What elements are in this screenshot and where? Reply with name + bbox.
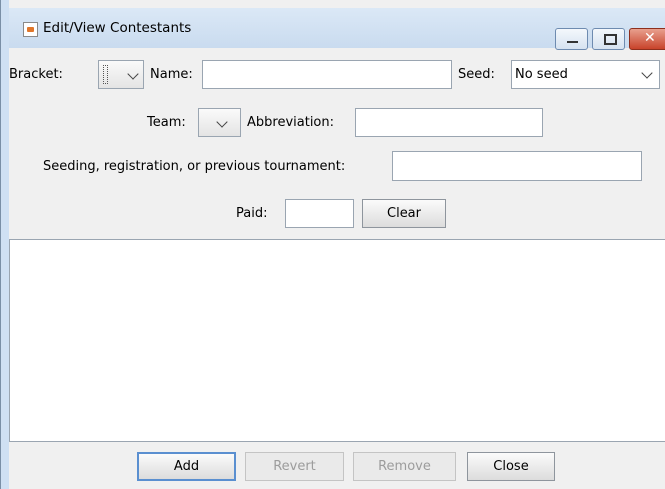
seed-label: Seed:	[458, 67, 495, 82]
name-input[interactable]	[202, 60, 452, 89]
minimize-button[interactable]	[555, 28, 588, 50]
chevron-down-icon	[641, 67, 653, 79]
window-left-edge	[1, 0, 9, 489]
clear-button[interactable]: Clear	[362, 199, 446, 228]
chevron-down-icon	[216, 116, 228, 128]
seed-select-value: No seed	[515, 67, 568, 82]
team-combo[interactable]	[198, 108, 241, 137]
team-label: Team:	[147, 115, 186, 130]
java-app-icon	[23, 22, 38, 37]
paid-label: Paid:	[236, 206, 268, 221]
name-label: Name:	[150, 67, 193, 82]
bracket-label: Bracket:	[9, 67, 63, 82]
close-button[interactable]: Close	[467, 452, 555, 481]
title-bar[interactable]: Edit/View Contestants	[9, 8, 665, 50]
edit-contestants-window: Edit/View Contestants Bracket: Name: See…	[0, 0, 665, 489]
chevron-down-icon	[127, 68, 139, 80]
form-panel: Bracket: Name: Seed: No seed Team: Abbre…	[9, 48, 665, 489]
remove-button[interactable]: Remove	[353, 452, 456, 481]
add-button[interactable]: Add	[137, 452, 236, 481]
paid-input[interactable]	[285, 199, 354, 228]
abbreviation-label: Abbreviation:	[247, 115, 335, 130]
bracket-combo-focus-dots	[103, 65, 108, 84]
window-title: Edit/View Contestants	[43, 20, 192, 36]
revert-button[interactable]: Revert	[245, 452, 344, 481]
seed-select[interactable]: No seed	[511, 60, 660, 89]
maximize-button[interactable]	[592, 28, 625, 50]
seeding-label: Seeding, registration, or previous tourn…	[43, 159, 346, 174]
abbreviation-input[interactable]	[355, 108, 543, 137]
seeding-input[interactable]	[392, 151, 642, 181]
bracket-combo[interactable]	[98, 60, 144, 89]
contestants-list[interactable]	[9, 239, 665, 442]
close-window-button[interactable]	[629, 28, 665, 50]
